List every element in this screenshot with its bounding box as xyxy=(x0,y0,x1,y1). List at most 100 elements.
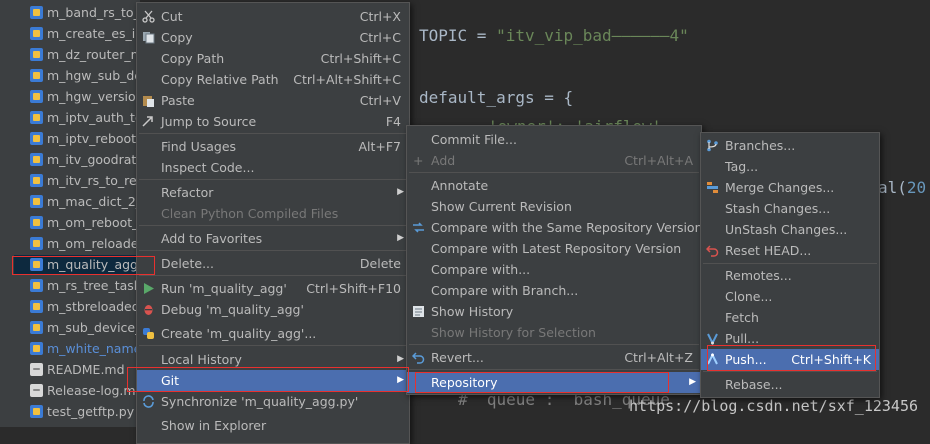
tree-item[interactable]: m_sub_device_u xyxy=(30,318,140,338)
tree-item[interactable]: m_stbreloaded xyxy=(30,297,140,317)
menu-item-copy-path[interactable]: Copy Path Ctrl+Shift+C xyxy=(137,48,409,69)
repo-item-fetch[interactable]: Fetch xyxy=(701,307,879,328)
python-file-icon xyxy=(30,6,43,19)
menu-separator xyxy=(409,369,699,370)
tree-item[interactable]: test_getftp.py xyxy=(30,402,134,422)
code-line: TOPIC = "itv_vip_bad——————4" xyxy=(419,26,689,45)
git-item-add[interactable]: + Add Ctrl+Alt+A xyxy=(407,150,701,171)
git-item-show-current-revision[interactable]: Show Current Revision xyxy=(407,196,701,217)
menu-item-delete[interactable]: Delete... Delete xyxy=(137,253,409,274)
reset-icon xyxy=(706,245,719,257)
menu-item-refactor[interactable]: Refactor ▶ xyxy=(137,182,409,203)
watermark-text: https://blog.csdn.net/sxf_123456 xyxy=(629,397,918,415)
python-file-icon xyxy=(30,342,43,355)
scissors-icon xyxy=(142,10,155,23)
tree-item[interactable]: m_om_reboot_t xyxy=(30,213,140,233)
git-submenu[interactable]: Commit File... + Add Ctrl+Alt+A Annotate S… xyxy=(406,125,703,395)
git-item-compare-same-repo[interactable]: Compare with the Same Repository Version xyxy=(407,217,703,238)
tree-item[interactable]: m_create_es_ind xyxy=(30,24,140,44)
git-item-show-history-selection[interactable]: Show History for Selection xyxy=(407,322,701,343)
history-icon xyxy=(413,306,424,317)
menu-item-jump-to-source[interactable]: Jump to Source F4 xyxy=(137,111,409,132)
repo-item-merge-changes[interactable]: Merge Changes... xyxy=(701,177,879,198)
menu-item-inspect-code[interactable]: Inspect Code... xyxy=(137,157,409,178)
menu-item-show-in-explorer[interactable]: Show in Explorer xyxy=(137,415,409,436)
project-tree[interactable]: m_band_rs_to_r m_create_es_ind m_dz_rout… xyxy=(0,0,140,427)
git-item-show-history[interactable]: Show History xyxy=(407,301,701,322)
annotation-box xyxy=(12,256,155,275)
git-item-compare-latest[interactable]: Compare with Latest Repository Version xyxy=(407,238,701,259)
python-file-icon xyxy=(30,405,43,418)
repo-item-remotes[interactable]: Remotes... xyxy=(701,265,879,286)
menu-item-cut[interactable]: Cut Ctrl+X xyxy=(137,6,409,27)
tree-item[interactable]: m_hgw_version xyxy=(30,87,140,107)
menu-item-copy[interactable]: Copy Ctrl+C xyxy=(137,27,409,48)
tree-item[interactable]: README.md xyxy=(30,360,125,380)
menu-item-find-usages[interactable]: Find Usages Alt+F7 xyxy=(137,136,409,157)
menu-separator xyxy=(409,344,699,345)
menu-item-debug[interactable]: Debug 'm_quality_agg' xyxy=(137,299,409,320)
python-file-icon xyxy=(30,69,43,82)
annotation-box xyxy=(707,345,876,371)
pull-icon xyxy=(707,333,718,345)
menu-separator xyxy=(139,225,407,226)
tree-item[interactable]: m_rs_tree_task. xyxy=(30,276,140,296)
submenu-arrow-icon: ▶ xyxy=(397,233,404,243)
menu-item-create-config[interactable]: Create 'm_quality_agg'... xyxy=(137,323,409,344)
tree-item[interactable]: m_iptv_reboot_ xyxy=(30,129,140,149)
submenu-arrow-icon: ▶ xyxy=(397,187,404,197)
repo-item-stash-changes[interactable]: Stash Changes... xyxy=(701,198,879,219)
menu-separator xyxy=(409,172,699,173)
annotation-box xyxy=(415,372,669,393)
git-item-compare-with[interactable]: Compare with... xyxy=(407,259,701,280)
text-file-icon xyxy=(30,384,43,397)
git-item-commit-file[interactable]: Commit File... xyxy=(407,129,701,150)
menu-item-add-to-favorites[interactable]: Add to Favorites ▶ xyxy=(137,228,409,249)
menu-separator xyxy=(139,133,407,134)
code-line: default_args = { xyxy=(419,88,574,107)
repo-item-tag[interactable]: Tag... xyxy=(701,156,879,177)
tree-item[interactable]: m_white_name.p xyxy=(30,339,140,359)
python-file-icon xyxy=(30,237,43,250)
python-file-icon xyxy=(30,216,43,229)
menu-item-copy-relative-path[interactable]: Copy Relative Path Ctrl+Alt+Shift+C xyxy=(137,69,409,90)
tree-item[interactable]: m_hgw_sub_dev xyxy=(30,66,140,86)
menu-item-clean-compiled[interactable]: Clean Python Compiled Files xyxy=(137,203,409,224)
tree-item[interactable]: m_om_reloaded xyxy=(30,234,140,254)
python-file-icon xyxy=(30,279,43,292)
jump-arrow-icon xyxy=(142,116,153,127)
tree-item[interactable]: Release-log.md xyxy=(30,381,140,401)
sync-icon xyxy=(143,395,154,408)
git-item-revert[interactable]: Revert... Ctrl+Alt+Z xyxy=(407,347,701,368)
menu-item-run[interactable]: Run 'm_quality_agg' Ctrl+Shift+F10 xyxy=(137,278,409,299)
python-file-icon xyxy=(30,111,43,124)
python-file-icon xyxy=(30,195,43,208)
branch-icon xyxy=(707,139,718,152)
python-file-icon xyxy=(30,48,43,61)
git-item-annotate[interactable]: Annotate xyxy=(407,175,701,196)
python-file-icon xyxy=(30,90,43,103)
code-line: al(20 xyxy=(878,178,927,197)
run-icon xyxy=(144,283,154,294)
repo-item-branches[interactable]: Branches... xyxy=(701,135,879,156)
tree-item[interactable]: m_dz_router_m xyxy=(30,45,140,65)
repo-item-rebase[interactable]: Rebase... xyxy=(701,374,879,395)
tree-item[interactable]: m_itv_rs_to_red xyxy=(30,171,140,191)
tree-item[interactable]: m_mac_dict_2_r xyxy=(30,192,140,212)
copy-icon xyxy=(143,32,155,44)
python-file-icon xyxy=(30,300,43,313)
repo-item-unstash-changes[interactable]: UnStash Changes... xyxy=(701,219,879,240)
repo-item-reset-head[interactable]: Reset HEAD... xyxy=(701,240,879,261)
plus-icon: + xyxy=(413,153,424,168)
git-item-compare-branch[interactable]: Compare with Branch... xyxy=(407,280,701,301)
menu-separator xyxy=(139,275,407,276)
repo-item-clone[interactable]: Clone... xyxy=(701,286,879,307)
text-file-icon xyxy=(30,363,43,376)
tree-item[interactable]: m_itv_goodrate xyxy=(30,150,140,170)
menu-item-paste[interactable]: Paste Ctrl+V xyxy=(137,90,409,111)
tree-item[interactable]: m_iptv_auth_to_ xyxy=(30,108,140,128)
revert-icon xyxy=(412,352,425,364)
tree-item[interactable]: m_band_rs_to_r xyxy=(30,3,140,23)
python-file-icon xyxy=(30,321,43,334)
menu-item-synchronize[interactable]: Synchronize 'm_quality_agg.py' xyxy=(137,391,409,412)
